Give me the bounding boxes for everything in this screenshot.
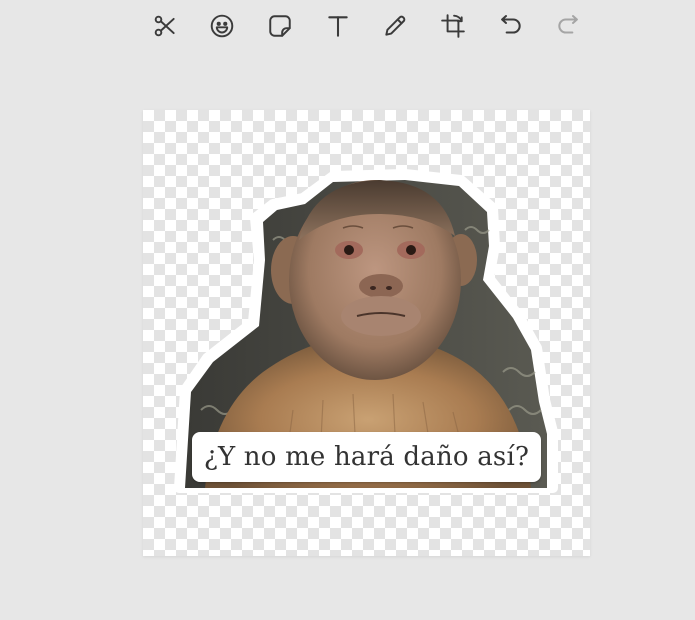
sticker-icon: [269, 15, 291, 37]
redo-icon: [558, 15, 578, 34]
redo-button[interactable]: [553, 11, 583, 41]
crop-icon: [441, 14, 465, 38]
monkey-sticker-image[interactable]: [143, 110, 590, 556]
undo-icon: [501, 15, 521, 34]
text-button[interactable]: [323, 11, 353, 41]
caption-label[interactable]: ¿Y no me hará daño así?: [192, 432, 541, 482]
sticker-button[interactable]: [265, 11, 295, 41]
undo-button[interactable]: [496, 11, 526, 41]
caption-text: ¿Y no me hará daño así?: [203, 442, 530, 472]
crop-button[interactable]: [438, 11, 468, 41]
scissors-button[interactable]: [150, 11, 180, 41]
emoji-button[interactable]: [207, 11, 237, 41]
sticker-canvas[interactable]: ¿Y no me hará daño así?: [143, 110, 590, 556]
editor-toolbar: [0, 0, 695, 54]
text-icon: [328, 16, 348, 37]
draw-button[interactable]: [380, 11, 410, 41]
pencil-icon: [385, 15, 406, 36]
emoji-icon: [210, 14, 234, 38]
scissors-icon: [154, 15, 175, 37]
